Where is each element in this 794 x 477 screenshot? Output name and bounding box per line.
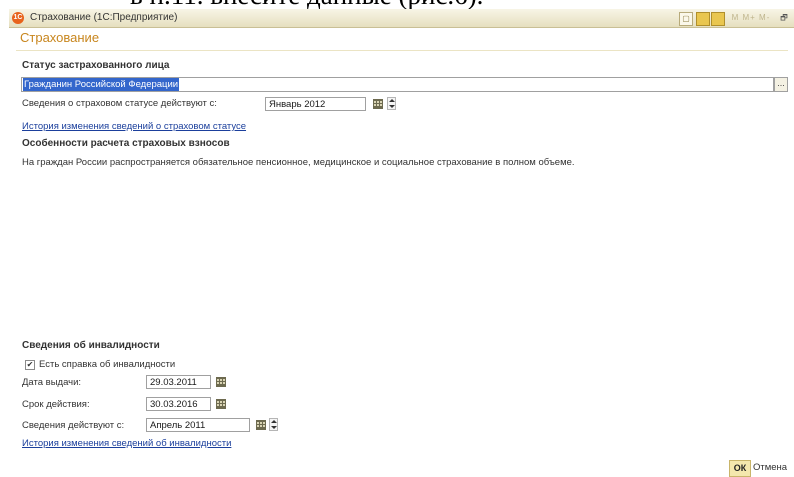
calendar-icon[interactable]: [215, 398, 227, 410]
window-title: Страхование (1С:Предприятие): [30, 12, 178, 23]
header-divider: [16, 50, 788, 51]
calendar-icon[interactable]: [255, 419, 267, 431]
insured-status-heading: Статус застрахованного лица: [22, 60, 170, 71]
calculator-icon[interactable]: [711, 12, 725, 26]
document-caption: в п.11. внесите данные (рис.6).: [130, 0, 483, 9]
restore-window-icon[interactable]: 🗗: [779, 12, 789, 24]
status-effective-label: Сведения о страховом статусе действуют с…: [22, 98, 217, 109]
info-icon[interactable]: ▢: [679, 12, 693, 26]
spin-icon[interactable]: [269, 418, 278, 431]
valid-until-label: Срок действия:: [22, 399, 90, 410]
cancel-button[interactable]: Отмена: [753, 460, 787, 475]
calendar-tool-icon[interactable]: [696, 12, 710, 26]
valid-until-field[interactable]: 30.03.2016: [146, 397, 211, 411]
form-title: Страхование: [20, 30, 100, 45]
spin-icon[interactable]: [387, 97, 396, 110]
disability-heading: Сведения об инвалидности: [22, 340, 160, 351]
status-effective-field[interactable]: Январь 2012: [265, 97, 366, 111]
has-certificate-label[interactable]: Есть справка об инвалидности: [39, 359, 175, 370]
status-history-link[interactable]: История изменения сведений о страховом с…: [22, 121, 246, 132]
issue-date-label: Дата выдачи:: [22, 377, 82, 388]
contributions-heading: Особенности расчета страховых взносов: [22, 138, 230, 149]
calendar-icon[interactable]: [372, 98, 384, 110]
insured-status-field[interactable]: Гражданин Российской Федерации: [21, 77, 774, 92]
disability-history-link[interactable]: История изменения сведений об инвалиднос…: [22, 438, 231, 449]
contributions-description: На граждан России распространяется обяза…: [22, 157, 575, 168]
memory-buttons[interactable]: M M+ M-: [727, 12, 775, 24]
ok-button[interactable]: ОК: [729, 460, 751, 477]
disability-effective-field[interactable]: Апрель 2011: [146, 418, 250, 432]
document-caption-strip: в п.11. внесите данные (рис.6).: [0, 0, 794, 9]
calendar-icon[interactable]: [215, 376, 227, 388]
select-button[interactable]: ...: [774, 77, 788, 92]
disability-effective-label: Сведения действуют с:: [22, 420, 125, 431]
window-title-bar: 1C Страхование (1С:Предприятие) ▢ M M+ M…: [9, 9, 794, 28]
issue-date-field[interactable]: 29.03.2011: [146, 375, 211, 389]
app-logo-icon: 1C: [12, 12, 24, 24]
insured-status-value: Гражданин Российской Федерации: [23, 78, 180, 91]
has-certificate-checkbox[interactable]: ✔: [25, 360, 35, 370]
